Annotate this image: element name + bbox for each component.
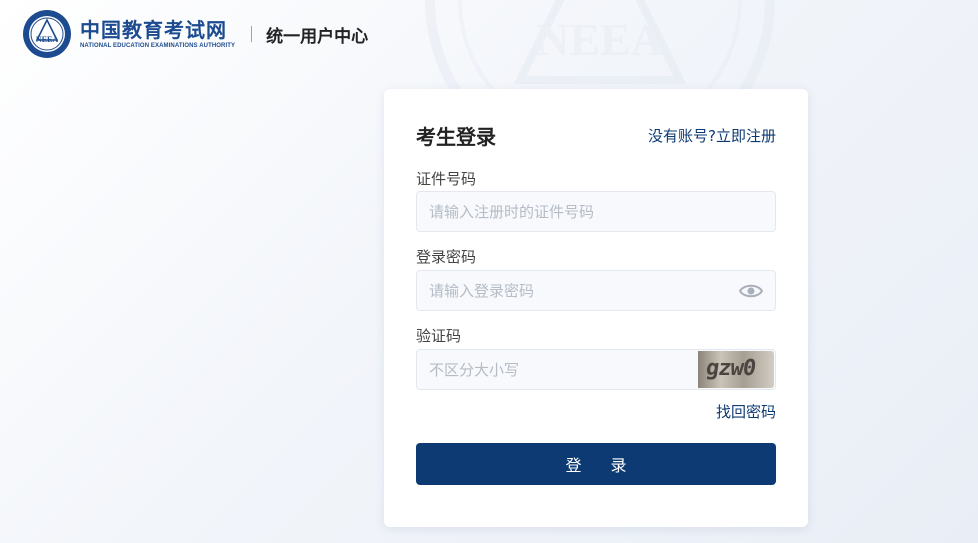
logo-emblem-letters: NEEA — [36, 35, 58, 44]
captcha-label: 验证码 — [416, 327, 462, 345]
brand-name-en: NATIONAL EDUCATION EXAMINATIONS AUTHORIT… — [80, 43, 236, 49]
captcha-image[interactable]: gzw0 — [698, 351, 774, 388]
login-button[interactable]: 登 录 — [416, 443, 776, 485]
captcha-image-text: gzw0 — [704, 356, 757, 381]
password-field-wrapper — [416, 270, 776, 311]
register-link[interactable]: 没有账号?立即注册 — [648, 125, 776, 146]
svg-text:NEEA: NEEA — [536, 14, 664, 65]
neea-logo-icon[interactable]: NEEA — [22, 9, 72, 59]
header-divider — [251, 26, 253, 42]
id-number-label: 证件号码 — [416, 170, 477, 188]
password-label: 登录密码 — [416, 248, 477, 266]
login-card: 考生登录 没有账号?立即注册 证件号码 登录密码 验证码 gzw0 找回密码 登… — [384, 89, 808, 527]
id-number-input[interactable] — [417, 192, 775, 231]
site-header: NEEA 中国教育考试网 NATIONAL EDUCATION EXAMINAT… — [22, 8, 368, 60]
portal-title: 统一用户中心 — [266, 26, 369, 47]
password-input[interactable] — [417, 271, 775, 310]
captcha-input[interactable] — [417, 350, 697, 389]
brand-name-cn: 中国教育考试网 — [80, 18, 227, 42]
brand-logo-text[interactable]: 中国教育考试网 NATIONAL EDUCATION EXAMINATIONS … — [80, 19, 235, 49]
id-number-field-wrapper — [416, 191, 776, 232]
login-card-header: 考生登录 没有账号?立即注册 — [416, 121, 776, 150]
eye-icon[interactable] — [739, 282, 763, 300]
forgot-password-link[interactable]: 找回密码 — [716, 401, 776, 422]
login-title: 考生登录 — [416, 125, 496, 149]
captcha-field-wrapper: gzw0 — [416, 349, 776, 390]
